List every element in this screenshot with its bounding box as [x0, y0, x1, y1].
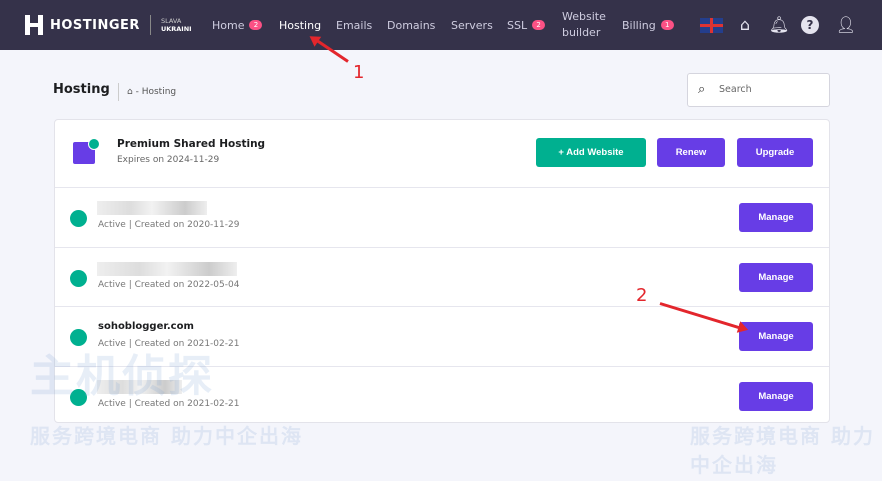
nav-website-builder[interactable]: Website builder [562, 0, 606, 50]
hostinger-logo[interactable]: HOSTINGER SLAVA UKRAINI [25, 15, 192, 35]
site-domain[interactable]: sohoblogger.com [98, 321, 194, 332]
globe-icon [70, 329, 87, 346]
help-icon[interactable]: ? [801, 16, 819, 34]
site-status: Active | Created on 2021-02-21 [98, 339, 240, 349]
add-website-button[interactable]: + Add Website [536, 138, 646, 167]
site-row: Active | Created on 2022-05-04 Manage [55, 247, 829, 306]
manage-button[interactable]: Manage [739, 263, 813, 292]
manage-button[interactable]: Manage [739, 382, 813, 411]
page-title: Hosting [53, 82, 110, 97]
globe-icon [70, 270, 87, 287]
home-badge: 2 [249, 20, 263, 30]
billing-badge: 1 [660, 20, 674, 30]
nav-ssl[interactable]: SSL 2 [507, 0, 546, 50]
search-input[interactable]: ⌕ Search [687, 73, 830, 107]
hosting-list: Premium Shared Hosting Expires on 2024-1… [54, 119, 830, 423]
nav-servers[interactable]: Servers [451, 0, 493, 50]
watermark-sub: 服务跨境电商 助力中企出海 [690, 424, 875, 477]
renew-button[interactable]: Renew [657, 138, 725, 167]
nav-domains[interactable]: Domains [387, 0, 435, 50]
plan-name: Premium Shared Hosting [117, 138, 266, 150]
blurred-domain [97, 201, 207, 215]
hostinger-logo-icon [25, 15, 43, 35]
upgrade-button[interactable]: Upgrade [737, 138, 813, 167]
manage-button[interactable]: Manage [739, 322, 813, 351]
plan-row: Premium Shared Hosting Expires on 2024-1… [55, 120, 829, 187]
site-row: Active | Created on 2021-02-21 Manage [55, 366, 829, 424]
site-row: Active | Created on 2020-11-29 Manage [55, 187, 829, 247]
top-navbar: HOSTINGER SLAVA UKRAINI Home 2 Hosting Ema… [0, 0, 882, 50]
blurred-domain [97, 262, 237, 276]
search-icon: ⌕ [698, 82, 706, 97]
breadcrumb: ⌂ - Hosting [118, 83, 176, 101]
site-status: Active | Created on 2021-02-21 [98, 399, 240, 409]
blurred-domain [97, 380, 182, 394]
uk-flag-icon[interactable] [700, 18, 723, 33]
site-status: Active | Created on 2020-11-29 [98, 220, 240, 230]
logo-divider [149, 15, 151, 35]
plan-expiry: Expires on 2024-11-29 [117, 155, 220, 165]
brand-name: HOSTINGER [50, 17, 140, 33]
server-icon [73, 138, 100, 164]
watermark-sub: 服务跨境电商 助力中企出海 [30, 424, 303, 448]
globe-icon [70, 210, 87, 227]
nav-emails[interactable]: Emails [336, 0, 372, 50]
manage-button[interactable]: Manage [739, 203, 813, 232]
annotation-number: 2 [636, 285, 648, 306]
annotation-number: 1 [353, 62, 365, 83]
home-icon[interactable]: ⌂ [127, 87, 133, 97]
ssl-badge: 2 [532, 20, 546, 30]
nav-billing[interactable]: Billing 1 [622, 0, 674, 50]
bell-icon[interactable]: 🔔︎ [768, 15, 790, 35]
globe-icon [70, 389, 87, 406]
store-icon[interactable]: ⌂ [734, 15, 756, 35]
site-row: sohoblogger.com Active | Created on 2021… [55, 306, 829, 366]
site-status: Active | Created on 2022-05-04 [98, 280, 240, 290]
slava-ukraini: SLAVA UKRAINI [160, 17, 192, 33]
user-icon[interactable]: 👤︎ [835, 15, 857, 35]
nav-home[interactable]: Home 2 [212, 0, 263, 50]
